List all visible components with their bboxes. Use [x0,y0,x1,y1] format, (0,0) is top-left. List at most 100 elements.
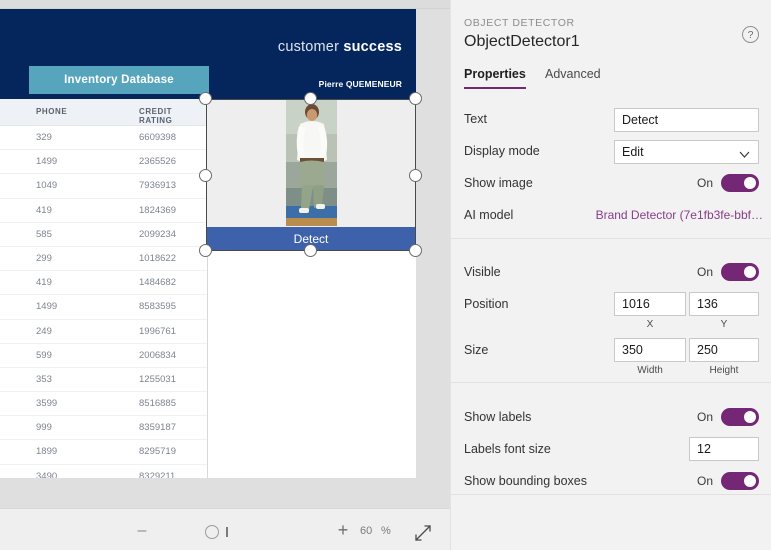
gallery-cell-credit-rating: 2006834 [139,349,176,361]
canvas-top-strip [0,0,450,9]
object-detector-control[interactable]: Detect [206,99,416,251]
gallery-header-row: PHONE CREDIT RATING [0,99,207,126]
show-labels-toggle-wrap: On [697,408,759,426]
property-row-position: Position X Y [451,289,771,330]
gallery-cell-phone: 1499 [36,301,58,313]
gallery-row[interactable]: 1499 8583595 [0,295,207,320]
gallery-cell-credit-rating: 1018622 [139,252,176,264]
gallery-cell-credit-rating: 2099234 [139,228,176,240]
inventory-database-button[interactable]: Inventory Database [29,66,209,94]
show-image-state: On [696,176,713,190]
ai-model-link[interactable]: Brand Detector (7e1fb3fe-bbf… [596,208,763,222]
property-row-show-labels: Show labels On [451,402,771,434]
gallery-cell-credit-rating: 8295719 [139,446,176,458]
gallery-cell-credit-rating: 8359187 [139,422,176,434]
gallery-cell-phone: 329 [36,132,52,143]
help-icon[interactable]: ? [742,26,759,43]
size-width-input[interactable] [614,338,686,362]
gallery-row[interactable]: 1049 7936913 [0,174,207,199]
gallery-cell-credit-rating: 8516885 [139,398,176,410]
column-header-phone: PHONE [36,107,68,116]
ai-model-label: AI model [464,208,514,222]
resize-handle-bottom-right[interactable] [409,244,422,257]
position-y-sublabel: Y [720,319,728,330]
resize-handle-middle-right[interactable] [409,169,422,182]
show-image-toggle[interactable] [721,174,759,192]
gallery-cell-credit-rating: 6609398 [139,132,176,143]
chevron-down-icon [739,147,750,158]
tab-properties[interactable]: Properties [464,67,526,89]
labels-font-size-input[interactable] [689,437,759,461]
gallery-cell-phone: 353 [36,373,52,385]
resize-handle-top-left[interactable] [199,92,212,105]
gallery-row[interactable]: 419 1484682 [0,271,207,296]
gallery-cell-phone: 249 [36,325,52,337]
gallery-rows-container: 329 6609398 1499 2365526 1049 7936913 419 18243… [0,126,207,489]
properties-panel-header: OBJECT DETECTOR ObjectDetector1 ? Proper… [451,0,771,93]
show-labels-toggle[interactable] [721,408,759,426]
gallery-row[interactable]: 353 1255031 [0,367,207,393]
property-row-show-image: Show image On [451,168,771,200]
zoom-level-value: 60 [360,525,373,537]
show-bounding-boxes-state: On [696,474,713,488]
gallery-cell-credit-rating: 7936913 [139,180,176,192]
resize-handle-bottom-center[interactable] [304,244,317,257]
brand-bold: success [343,39,402,55]
zoom-slider[interactable] [205,524,235,542]
gallery-row[interactable]: 599 2006834 [0,343,207,368]
toggle-knob [744,411,756,423]
visible-toggle-wrap: On [697,263,759,281]
gallery-row[interactable]: 299 1018622 [0,246,207,272]
zoom-in-button[interactable]: + [333,520,353,540]
zoom-out-button[interactable]: – [132,521,152,541]
text-input[interactable] [614,108,759,132]
zoom-slider-knob[interactable] [205,525,219,539]
display-mode-value: Edit [622,145,644,159]
data-gallery[interactable]: PHONE CREDIT RATING 329 6609398 1499 236552… [0,99,208,489]
show-labels-state: On [696,410,713,424]
position-x-input[interactable] [614,292,686,316]
resize-handle-top-center[interactable] [304,92,317,105]
gallery-cell-phone: 299 [36,252,52,264]
gallery-row[interactable]: 329 6609398 [0,126,207,151]
property-row-ai-model: AI model Brand Detector (7e1fb3fe-bbf… [451,200,771,232]
position-y-input[interactable] [689,292,759,316]
size-height-input[interactable] [689,338,759,362]
gallery-row[interactable]: 249 1996761 [0,319,207,344]
brand-prefix: customer [277,39,344,55]
fit-to-screen-icon[interactable] [412,522,434,544]
properties-section-labels: Show labels On Labels font size Show bou… [451,391,771,495]
text-property-label: Text [464,112,487,126]
column-header-credit-rating: CREDIT RATING [139,107,173,125]
gallery-cell-phone: 599 [36,349,52,361]
resize-handle-bottom-left[interactable] [199,244,212,257]
show-bounding-boxes-label: Show bounding boxes [464,474,588,488]
gallery-cell-phone: 585 [36,228,52,240]
app-root: customer success Pierre QUEMENEUR Invent… [0,0,771,550]
zoom-percent-symbol: % [381,525,391,537]
properties-section-layout: Visible On Position X Y Size Width Heigh… [451,247,771,383]
zoom-slider-tick [226,527,228,537]
design-canvas[interactable]: customer success Pierre QUEMENEUR Invent… [0,0,450,508]
property-row-size: Size Width Height [451,335,771,376]
resize-handle-top-right[interactable] [409,92,422,105]
gallery-row[interactable]: 1499 2365526 [0,150,207,175]
show-bounding-boxes-toggle[interactable] [721,472,759,490]
show-image-label: Show image [464,176,533,190]
display-mode-dropdown[interactable]: Edit [614,140,759,164]
toggle-knob [744,266,756,278]
gallery-row[interactable]: 3599 8516885 [0,392,207,417]
toggle-knob [744,475,756,487]
property-row-labels-font-size: Labels font size [451,434,771,466]
tab-advanced[interactable]: Advanced [545,67,601,89]
size-height-sublabel: Height [709,365,739,376]
gallery-row[interactable]: 419 1824369 [0,198,207,223]
gallery-row[interactable]: 1899 8295719 [0,440,207,465]
gallery-row[interactable]: 999 8359187 [0,416,207,441]
gallery-row[interactable]: 585 2099234 [0,222,207,247]
property-row-text: Text [451,104,771,136]
gallery-cell-phone: 419 [36,204,52,216]
resize-handle-middle-left[interactable] [199,169,212,182]
visible-toggle[interactable] [721,263,759,281]
show-image-toggle-wrap: On [697,174,759,192]
